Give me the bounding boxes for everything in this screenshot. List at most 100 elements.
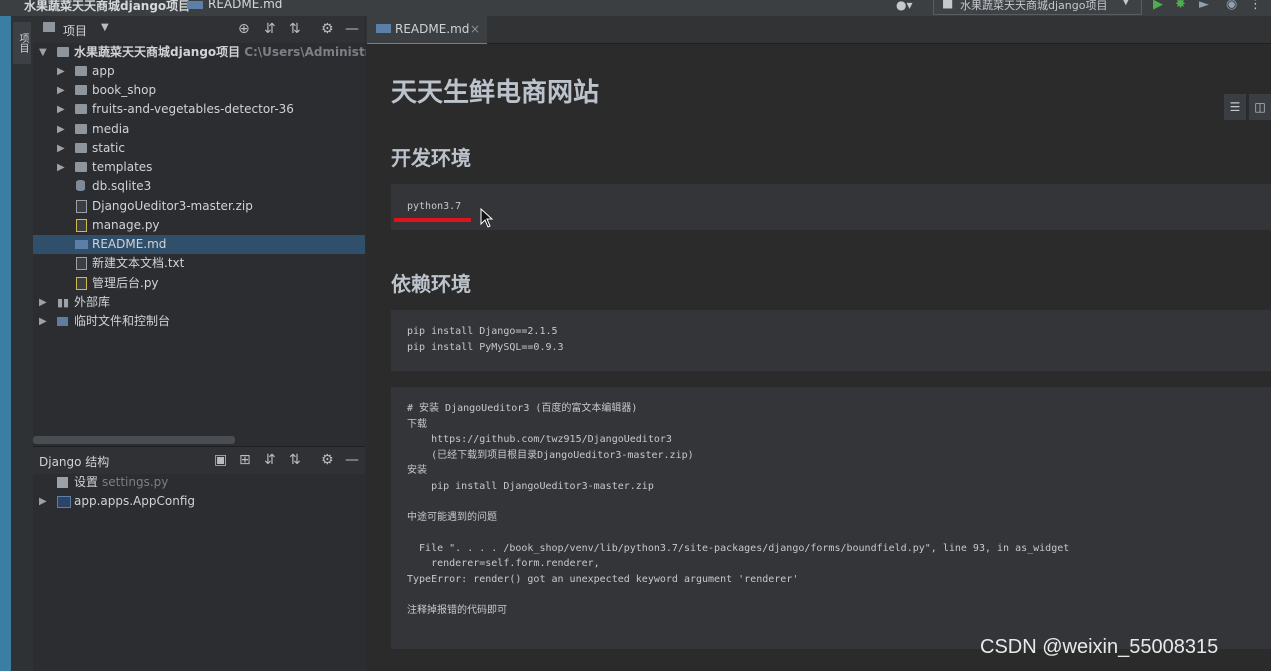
tree-item-app[interactable]: ▶ app <box>33 62 365 81</box>
code-env-text: python3.7 <box>407 201 462 212</box>
group-icon[interactable]: ⊞ <box>239 452 251 468</box>
tree-item-detector[interactable]: ▶ fruits-and-vegetables-detector-36 <box>33 100 365 119</box>
folder-icon <box>75 66 87 76</box>
locate-icon[interactable]: ⊕ <box>238 21 250 37</box>
tree-item-external-libs[interactable]: ▶ ▮▮ 外部库 <box>33 293 365 312</box>
structure-panel-title[interactable]: Django 结构 <box>39 453 109 470</box>
title-bar: 水果蔬菜天天商城django项目 README.md ●▾ ■ 水果蔬菜天天商城… <box>0 0 1271 16</box>
structure-item-label: app.apps.AppConfig <box>74 494 196 508</box>
tree-item-media[interactable]: ▶ media <box>33 120 365 139</box>
coverage-icon[interactable]: ► <box>1199 0 1209 13</box>
user-icon[interactable]: ●▾ <box>896 0 913 14</box>
tab-readme[interactable]: README.md × <box>367 16 487 45</box>
chevron-right-icon[interactable]: ▶ <box>57 62 65 81</box>
archive-icon <box>76 200 87 213</box>
tree-root[interactable]: ▼ 水果蔬菜天天商城django项目 C:\Users\Administrator <box>33 43 399 62</box>
collapse-all-icon[interactable]: ⇅ <box>289 21 301 37</box>
expand-all-icon[interactable]: ⇵ <box>264 21 276 37</box>
chevron-right-icon[interactable]: ▶ <box>57 120 65 139</box>
chevron-right-icon[interactable]: ▶ <box>57 139 65 158</box>
code-block-deps: pip install Django==2.1.5 pip install Py… <box>391 310 1271 371</box>
project-panel-title[interactable]: 项目 <box>63 22 87 39</box>
chevron-right-icon[interactable]: ▶ <box>39 492 47 511</box>
tree-item-label: 临时文件和控制台 <box>74 314 171 328</box>
run-config-label: 水果蔬菜天天商城django项目 <box>960 0 1108 12</box>
tree-item-static[interactable]: ▶ static <box>33 139 365 158</box>
run-config-select[interactable]: ■ 水果蔬菜天天商城django项目 ▼ <box>933 0 1142 15</box>
red-underline <box>394 218 471 222</box>
folder-icon <box>43 22 55 32</box>
profile-icon[interactable]: ◉ <box>1226 0 1237 13</box>
debug-icon[interactable]: ✸ <box>1175 0 1186 13</box>
run-icon[interactable]: ▶ <box>1153 0 1163 13</box>
folder-icon <box>75 124 87 134</box>
horizontal-scrollbar[interactable] <box>33 436 235 444</box>
tree-item-zip[interactable]: DjangoUeditor3-master.zip <box>33 197 365 216</box>
tree-item-label: templates <box>92 160 153 174</box>
library-icon: ▮▮ <box>57 296 70 309</box>
breadcrumb-file[interactable]: README.md <box>208 0 282 11</box>
expand-all-icon[interactable]: ⇵ <box>264 452 276 468</box>
editor-area: README.md × ☰ ◫ 天天生鲜电商网站 开发环境 python3.7 … <box>366 16 1271 671</box>
editor-only-view-icon[interactable]: ☰ <box>1224 94 1246 120</box>
tree-item-db[interactable]: db.sqlite3 <box>33 177 365 196</box>
tab-readme-label: README.md <box>395 22 470 36</box>
watermark: CSDN @weixin_55008315 <box>980 636 1219 658</box>
code-notes-text: # 安装 DjangoUeditor3 (百度的富文本编辑器) 下载 https… <box>407 403 1070 616</box>
tree-item-manage-py[interactable]: manage.py <box>33 216 365 235</box>
tree-item-admin-py[interactable]: 管理后台.py <box>33 274 365 293</box>
tree-item-label: media <box>92 122 130 136</box>
folder-icon <box>75 162 87 172</box>
tree-item-label: static <box>92 141 125 155</box>
chevron-right-icon[interactable]: ▶ <box>57 158 65 177</box>
gear-icon[interactable]: ⚙ <box>321 452 334 468</box>
code-deps-text: pip install Django==2.1.5 pip install Py… <box>407 326 564 353</box>
minimize-icon[interactable]: — <box>345 21 359 37</box>
collapse-all-icon[interactable]: ⇅ <box>289 452 301 468</box>
tree-item-label: fruits-and-vegetables-detector-36 <box>92 102 294 116</box>
tree-item-label: README.md <box>92 237 167 251</box>
tree-item-readme[interactable]: README.md <box>33 235 365 254</box>
project-tool-tab[interactable]: 项目 <box>13 22 31 64</box>
structure-item-settings[interactable]: 设置 settings.py <box>33 473 365 492</box>
code-block-notes: # 安装 DjangoUeditor3 (百度的富文本编辑器) 下载 https… <box>391 387 1271 649</box>
navigate-icon[interactable]: ▣ <box>214 452 227 468</box>
minimize-icon[interactable]: — <box>345 452 359 468</box>
more-icon[interactable]: ⋮ <box>1249 0 1262 13</box>
heading-deps: 依赖环境 <box>391 272 471 296</box>
chevron-down-icon[interactable]: ▼ <box>39 43 47 62</box>
tree-item-scratches[interactable]: ▶ 临时文件和控制台 <box>33 312 365 331</box>
tree-root-label: 水果蔬菜天天商城django项目 C:\Users\Administrator <box>74 45 399 59</box>
tree-item-label: book_shop <box>92 83 157 97</box>
python-file-icon <box>76 277 87 290</box>
chevron-right-icon[interactable]: ▶ <box>39 293 47 312</box>
tree-item-txt[interactable]: 新建文本文档.txt <box>33 254 365 273</box>
structure-item-appconfig[interactable]: ▶ app.apps.AppConfig <box>33 492 365 511</box>
tool-window-strip: 项目 <box>11 16 34 671</box>
markdown-file-icon <box>75 240 88 249</box>
tree-item-label: 管理后台.py <box>92 276 159 290</box>
breadcrumb-project[interactable]: 水果蔬菜天天商城django项目 <box>24 0 190 14</box>
close-icon[interactable]: × <box>470 22 480 36</box>
settings-file-icon <box>57 477 68 488</box>
chevron-right-icon[interactable]: ▶ <box>39 312 47 331</box>
editor-tab-bar: README.md × <box>366 16 1271 45</box>
tree-item-label: app <box>92 64 115 78</box>
folder-icon <box>75 85 87 95</box>
heading-dev-env: 开发环境 <box>391 146 471 170</box>
project-panel-header: 项目 ▼ ⊕ ⇵ ⇅ ⚙ — <box>33 16 365 43</box>
python-file-icon <box>76 219 87 232</box>
class-icon <box>57 496 71 508</box>
gear-icon[interactable]: ⚙ <box>321 21 334 37</box>
run-config-icon: ■ <box>942 0 954 10</box>
tree-item-templates[interactable]: ▶ templates <box>33 158 365 177</box>
tree-item-label: DjangoUeditor3-master.zip <box>92 199 253 213</box>
project-panel: 项目 ▼ ⊕ ⇵ ⇅ ⚙ — ▼ 水果蔬菜天天商城django项目 C:\User… <box>33 16 399 671</box>
text-file-icon <box>76 257 87 270</box>
tree-item-book-shop[interactable]: ▶ book_shop <box>33 81 365 100</box>
tree-item-label: 新建文本文档.txt <box>92 256 185 270</box>
chevron-right-icon[interactable]: ▶ <box>57 100 65 119</box>
split-view-icon[interactable]: ◫ <box>1249 94 1271 120</box>
chevron-down-icon[interactable]: ▼ <box>101 22 109 33</box>
chevron-right-icon[interactable]: ▶ <box>57 81 65 100</box>
